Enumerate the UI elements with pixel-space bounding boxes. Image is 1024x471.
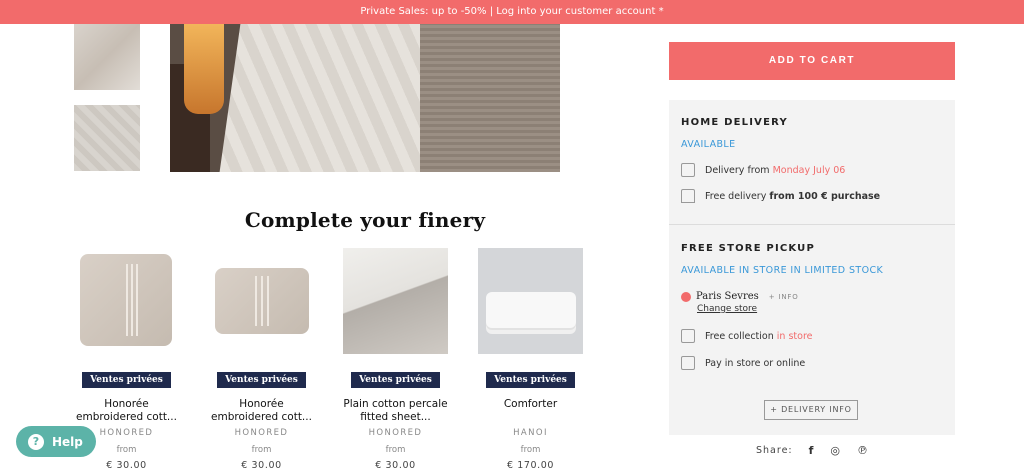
price-from-label: from	[251, 445, 272, 455]
home-delivery-title: HOME DELIVERY	[681, 117, 788, 128]
product-name-line: Comforter	[503, 398, 558, 410]
free-delivery-threshold: from 100 € purchase	[769, 190, 881, 202]
delivery-panel: HOME DELIVERY AVAILABLE Delivery from Mo…	[669, 100, 955, 435]
product-card[interactable]: Ventes privées Plain cotton percale fitt…	[343, 248, 448, 471]
product-brand: HONORED	[234, 428, 289, 438]
add-to-cart-button[interactable]: ADD TO CART	[669, 42, 955, 80]
price-from-label: from	[520, 445, 541, 455]
embroidery-stripe	[131, 264, 133, 336]
embroidery-stripe	[267, 276, 269, 326]
product-name-line: embroidered cott...	[211, 411, 312, 423]
product-name-line: fitted sheet...	[360, 411, 431, 423]
product-name-line: embroidered cott...	[76, 411, 177, 423]
product-image[interactable]	[478, 248, 583, 354]
product-price: € 30.00	[375, 460, 416, 471]
store-info-link[interactable]: + INFO	[769, 293, 799, 301]
instagram-icon[interactable]: ◎	[830, 444, 841, 457]
question-icon: ?	[28, 433, 44, 450]
share-bar: Share: f ◎ ℗	[756, 444, 869, 457]
facebook-icon[interactable]: f	[809, 444, 815, 457]
quilt-shape	[420, 24, 560, 172]
sale-badge: Ventes privées	[486, 372, 575, 388]
product-main-image	[170, 24, 560, 172]
product-image[interactable]	[209, 248, 314, 354]
promo-bar[interactable]: Private Sales: up to -50% | Log into you…	[0, 0, 1024, 24]
delivery-date-row: Delivery from Monday July 06	[681, 163, 845, 177]
payment-row: Pay in store or online	[681, 356, 805, 370]
delivery-date: Monday July 06	[772, 164, 846, 176]
location-pin-icon	[681, 291, 691, 302]
sale-badge: Ventes privées	[351, 372, 440, 388]
collection-suffix: in store	[776, 330, 813, 342]
product-price: € 170.00	[506, 460, 555, 471]
price-from-label: from	[385, 445, 406, 455]
product-name-line	[478, 411, 583, 424]
embroidery-stripe	[255, 276, 257, 326]
home-delivery-status: AVAILABLE	[681, 139, 736, 150]
share-label: Share:	[756, 445, 793, 456]
pinterest-icon[interactable]: ℗	[857, 444, 869, 457]
product-name[interactable]: Honorée embroidered cott...	[74, 398, 179, 424]
payment-label: Pay in store or online	[705, 357, 806, 369]
product-image[interactable]	[74, 248, 179, 354]
section-title: Complete your finery	[244, 208, 486, 232]
truck-icon	[681, 163, 695, 177]
card-icon	[681, 356, 695, 370]
delivery-info-button[interactable]: + DELIVERY INFO	[764, 400, 858, 420]
product-price: € 30.00	[106, 460, 147, 471]
sale-badge: Ventes privées	[82, 372, 171, 388]
product-brand: HANOI	[513, 428, 548, 438]
store-pickup-title: FREE STORE PICKUP	[681, 243, 816, 254]
pillow-shape	[80, 254, 172, 346]
free-delivery-prefix: Free delivery	[705, 190, 767, 202]
store-name: Paris Sevres	[696, 291, 759, 302]
pillow-shape	[215, 268, 309, 334]
fitted-sheet-shape	[343, 248, 448, 354]
sale-badge: Ventes privées	[217, 372, 306, 388]
product-name[interactable]: Comforter	[478, 398, 583, 424]
product-card[interactable]: Ventes privées Honorée embroidered cott.…	[209, 248, 314, 471]
product-price: € 30.00	[241, 460, 282, 471]
change-store-link[interactable]: Change store	[697, 304, 757, 314]
selected-store: Paris Sevres + INFO	[681, 291, 799, 302]
comforter-shape	[486, 292, 576, 328]
product-name-line: Plain cotton percale	[343, 398, 448, 410]
free-collection-row: Free collection in store	[681, 329, 813, 343]
delivery-prefix: Delivery from	[705, 164, 770, 176]
product-card[interactable]: Ventes privées Comforter HANOI from € 17…	[478, 248, 583, 471]
product-name-line: Honorée	[104, 398, 149, 410]
home-icon	[681, 189, 695, 203]
product-thumbnail[interactable]	[74, 24, 140, 90]
product-thumbnail[interactable]	[74, 105, 140, 171]
product-image[interactable]	[343, 248, 448, 354]
collection-prefix: Free collection	[705, 330, 774, 342]
lamp-shape	[184, 24, 224, 114]
box-icon	[681, 329, 695, 343]
panel-divider	[669, 224, 955, 225]
embroidery-stripe	[136, 264, 138, 336]
product-brand: HONORED	[368, 428, 423, 438]
embroidery-stripe	[261, 276, 263, 326]
product-name-line: Honorée	[239, 398, 284, 410]
embroidery-stripe	[126, 264, 128, 336]
product-name[interactable]: Honorée embroidered cott...	[209, 398, 314, 424]
store-pickup-status: AVAILABLE IN STORE IN LIMITED STOCK	[681, 265, 884, 276]
free-delivery-row: Free delivery from 100 € purchase	[681, 189, 880, 203]
help-label: Help	[52, 434, 83, 449]
help-button[interactable]: ? Help	[16, 426, 96, 457]
product-name[interactable]: Plain cotton percale fitted sheet...	[343, 398, 448, 424]
